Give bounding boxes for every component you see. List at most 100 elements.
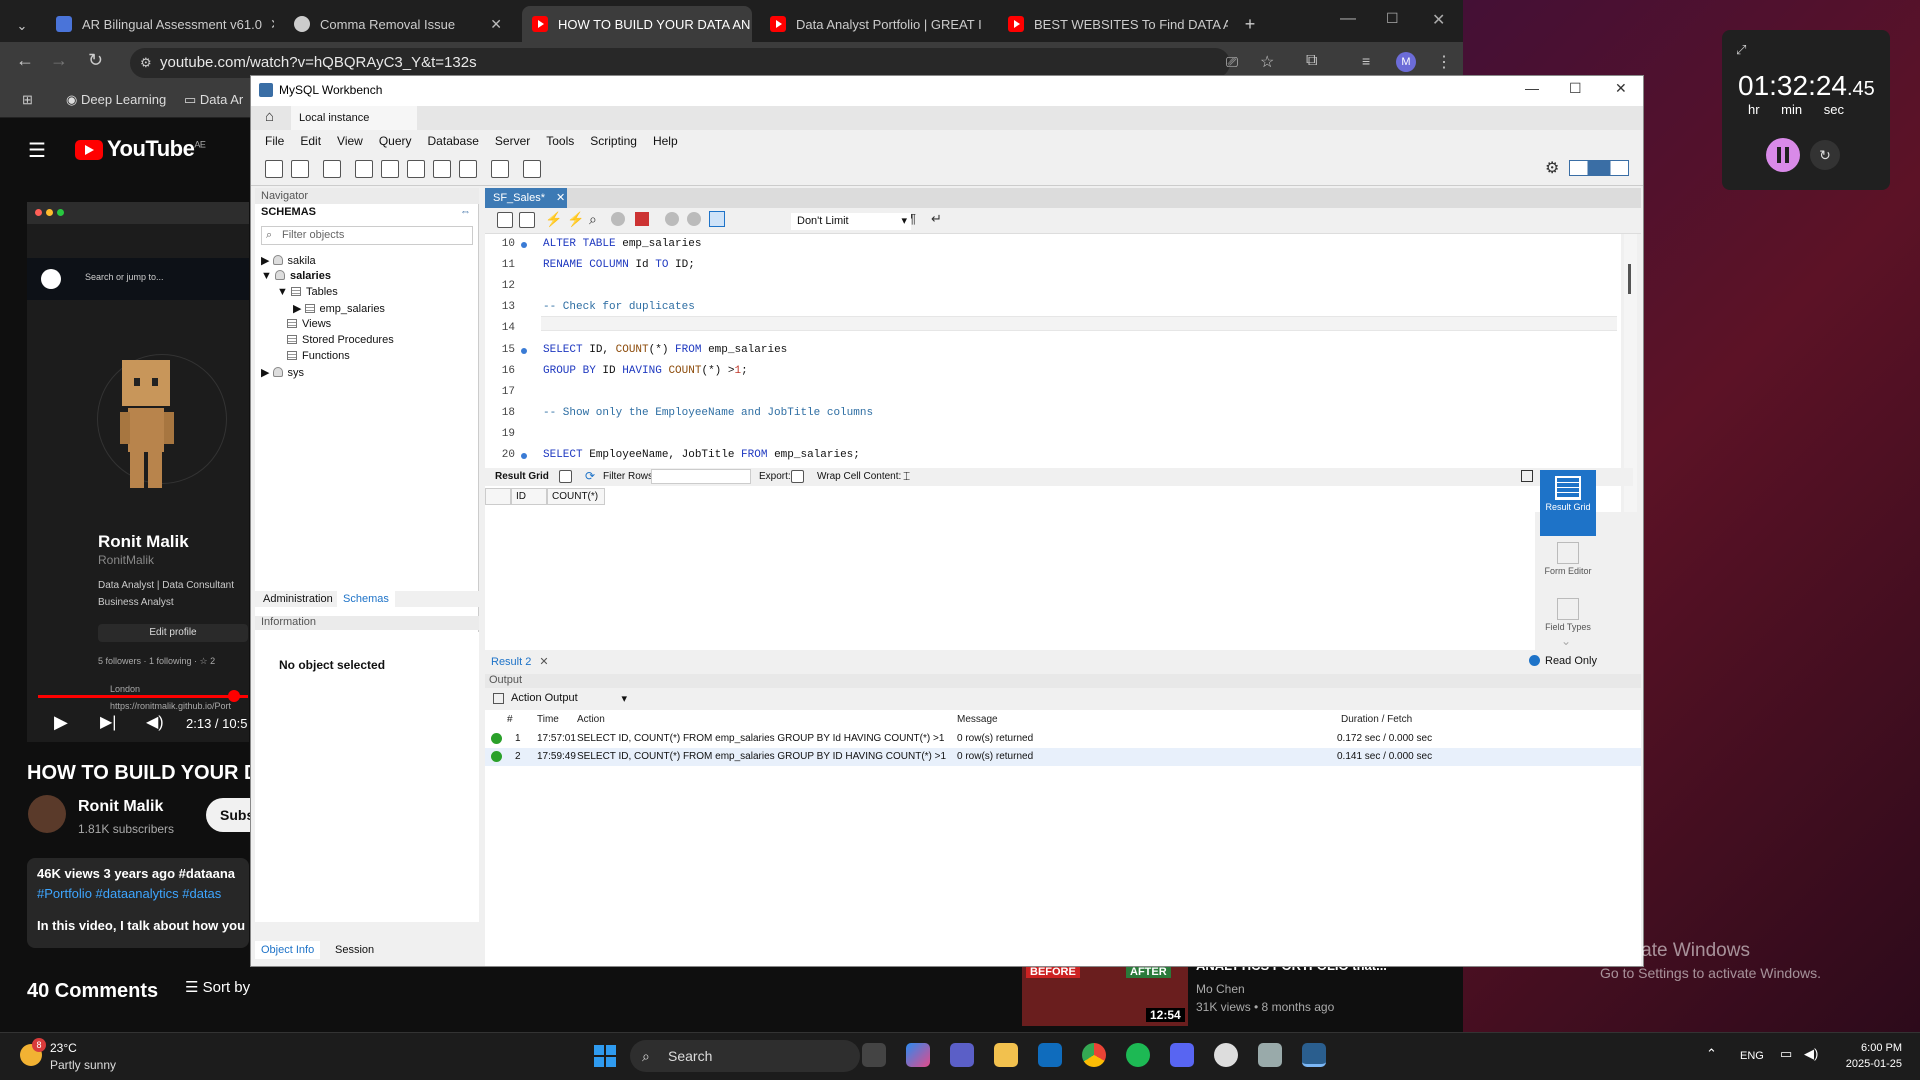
reset-button[interactable]: ↻ <box>1810 140 1840 170</box>
hamburger-menu-icon[interactable]: ☰ <box>28 138 46 163</box>
weather-description[interactable]: Partly sunny <box>50 1058 116 1072</box>
menu-tools[interactable]: Tools <box>538 130 582 152</box>
new-sql-tab-icon[interactable] <box>265 160 283 178</box>
code-line[interactable]: -- Check for duplicates <box>543 301 695 313</box>
chrome-icon[interactable] <box>1082 1043 1106 1067</box>
media-control-icon[interactable]: ≡ <box>1362 53 1370 69</box>
menu-kebab-icon[interactable]: ⋮ <box>1436 52 1452 72</box>
reconnect-icon[interactable] <box>523 160 541 178</box>
refresh-schemas-icon[interactable]: ⇔ <box>460 206 471 218</box>
create-table-icon[interactable] <box>381 160 399 178</box>
app-icon[interactable] <box>1214 1043 1238 1067</box>
execute-current-icon[interactable]: ⚡ <box>567 211 584 228</box>
result2-tab[interactable]: Result 2 ✕ <box>491 655 549 668</box>
maximize-icon[interactable]: ☐ <box>1386 10 1399 27</box>
maximize-icon[interactable]: ☐ <box>1569 80 1582 97</box>
menu-query[interactable]: Query <box>371 130 420 152</box>
form-editor-button[interactable]: Form Editor <box>1540 542 1596 576</box>
discord-icon[interactable] <box>1170 1043 1194 1067</box>
task-view-icon[interactable] <box>862 1043 886 1067</box>
result-grid-button[interactable]: Result Grid <box>1540 470 1596 536</box>
connection-tab[interactable]: Local instance MySQL80 ✕ <box>291 106 417 148</box>
youtube-logo[interactable]: YouTubeAE <box>75 136 206 162</box>
browser-tab[interactable]: Data Analyst Portfolio | GREAT I ✕ <box>760 6 990 42</box>
code-line[interactable]: -- Show only the EmployeeName and JobTit… <box>543 407 873 419</box>
code-line[interactable]: ALTER TABLE emp_salaries <box>543 238 701 250</box>
row-limit-select[interactable]: Don't Limit ▾ <box>791 213 911 230</box>
tree-views[interactable]: Views <box>287 318 331 330</box>
video-progress-bar[interactable] <box>38 695 248 698</box>
create-procedure-icon[interactable] <box>433 160 451 178</box>
toggle-panel-icon[interactable] <box>1521 470 1533 482</box>
filter-rows-input[interactable] <box>651 469 751 484</box>
schema-sakila[interactable]: ▶ sakila <box>261 254 316 267</box>
file-explorer-icon[interactable] <box>994 1043 1018 1067</box>
tree-functions[interactable]: Functions <box>287 350 350 362</box>
schema-salaries[interactable]: ▼ salaries <box>261 270 331 282</box>
code-line[interactable]: SELECT ID, COUNT(*) FROM emp_salaries <box>543 344 787 356</box>
scroll-thumb[interactable] <box>1628 264 1631 294</box>
next-icon[interactable]: ▶| <box>100 712 116 732</box>
menu-edit[interactable]: Edit <box>292 130 329 152</box>
minimize-icon[interactable]: — <box>1525 80 1539 96</box>
tab-schemas[interactable]: Schemas <box>337 591 395 607</box>
close-tab-icon[interactable]: ✕ <box>539 656 548 668</box>
close-icon[interactable]: ✕ <box>1615 80 1627 97</box>
keyboard-icon[interactable] <box>1258 1043 1282 1067</box>
expand-icon[interactable]: ▶ <box>261 255 273 267</box>
create-view-icon[interactable] <box>407 160 425 178</box>
language-indicator[interactable]: ENG <box>1740 1050 1764 1062</box>
inspector-icon[interactable] <box>323 160 341 178</box>
recommended-thumbnail[interactable]: BEFORE AFTER 12:54 <box>1022 964 1188 1026</box>
browser-tab[interactable]: Comma Removal Issue ✕ <box>284 6 512 42</box>
save-icon[interactable] <box>519 212 535 228</box>
taskbar-search[interactable]: ⌕ Search <box>630 1040 860 1072</box>
browser-tab[interactable]: AR Bilingual Assessment v61.0 ✕ <box>46 6 274 42</box>
outlook-icon[interactable] <box>1038 1043 1062 1067</box>
recommended-channel[interactable]: Mo Chen <box>1196 982 1245 996</box>
install-app-icon[interactable]: ⎚ <box>1226 54 1238 71</box>
close-tab-icon[interactable]: ✕ <box>482 16 502 33</box>
column-header-id[interactable]: ID <box>511 488 547 505</box>
export-icon[interactable] <box>791 470 804 483</box>
mysql-workbench-taskbar-icon[interactable] <box>1302 1043 1326 1067</box>
commit-icon[interactable] <box>665 212 679 226</box>
menu-view[interactable]: View <box>329 130 371 152</box>
back-icon[interactable]: ← <box>16 50 34 71</box>
output-row[interactable]: 2 17:59:49 SELECT ID, COUNT(*) FROM emp_sa… <box>485 748 1641 766</box>
expand-icon[interactable]: ▶ <box>293 303 305 315</box>
execute-lightning-icon[interactable]: ⚡ <box>545 211 562 228</box>
weather-temperature[interactable]: 23°C <box>50 1041 77 1055</box>
channel-avatar[interactable] <box>28 795 66 833</box>
search-table-data-icon[interactable] <box>491 160 509 178</box>
field-types-button[interactable]: Field Types <box>1540 598 1596 632</box>
chevron-down-icon[interactable]: ⌄ <box>1561 634 1571 648</box>
extensions-icon[interactable]: ⧉ <box>1306 52 1317 70</box>
browser-tab[interactable]: BEST WEBSITES To Find DATA A ✕ <box>998 6 1228 42</box>
wrap-cell-icon[interactable]: ⌶ <box>903 469 910 484</box>
schema-sys[interactable]: ▶ sys <box>261 366 304 379</box>
volume-icon[interactable]: ◀) <box>146 712 164 732</box>
close-tab-icon[interactable]: ✕ <box>982 16 991 33</box>
copy-icon[interactable] <box>493 693 504 704</box>
show-hidden-icons[interactable]: ⌃ <box>1706 1046 1717 1062</box>
close-tab-icon[interactable]: ✕ <box>750 16 752 33</box>
result-grid[interactable]: ID COUNT(*) <box>485 488 1535 650</box>
clock-time[interactable]: 6:00 PM <box>1838 1042 1902 1054</box>
collapse-icon[interactable]: ▼ <box>261 270 275 282</box>
channel-name[interactable]: Ronit Malik <box>78 798 163 816</box>
new-tab-button[interactable]: + <box>1236 6 1264 42</box>
code-line[interactable]: RENAME COLUMN Id TO ID; <box>543 259 695 271</box>
create-schema-icon[interactable] <box>355 160 373 178</box>
teams-icon[interactable] <box>950 1043 974 1067</box>
tree-tables[interactable]: ▼ Tables <box>277 286 338 298</box>
network-icon[interactable]: ▭ <box>1780 1046 1792 1062</box>
refresh-icon[interactable]: ⟳ <box>585 469 595 483</box>
explain-icon[interactable]: ⌕ <box>589 211 597 228</box>
site-info-icon[interactable]: ⚙ <box>140 55 152 71</box>
output-type-select[interactable]: Action Output ▾ <box>511 692 631 707</box>
tab-session[interactable]: Session <box>335 944 374 956</box>
clock-date[interactable]: 2025-01-25 <box>1830 1058 1902 1070</box>
open-sql-script-icon[interactable] <box>291 160 309 178</box>
collapse-icon[interactable]: ▼ <box>277 286 291 298</box>
